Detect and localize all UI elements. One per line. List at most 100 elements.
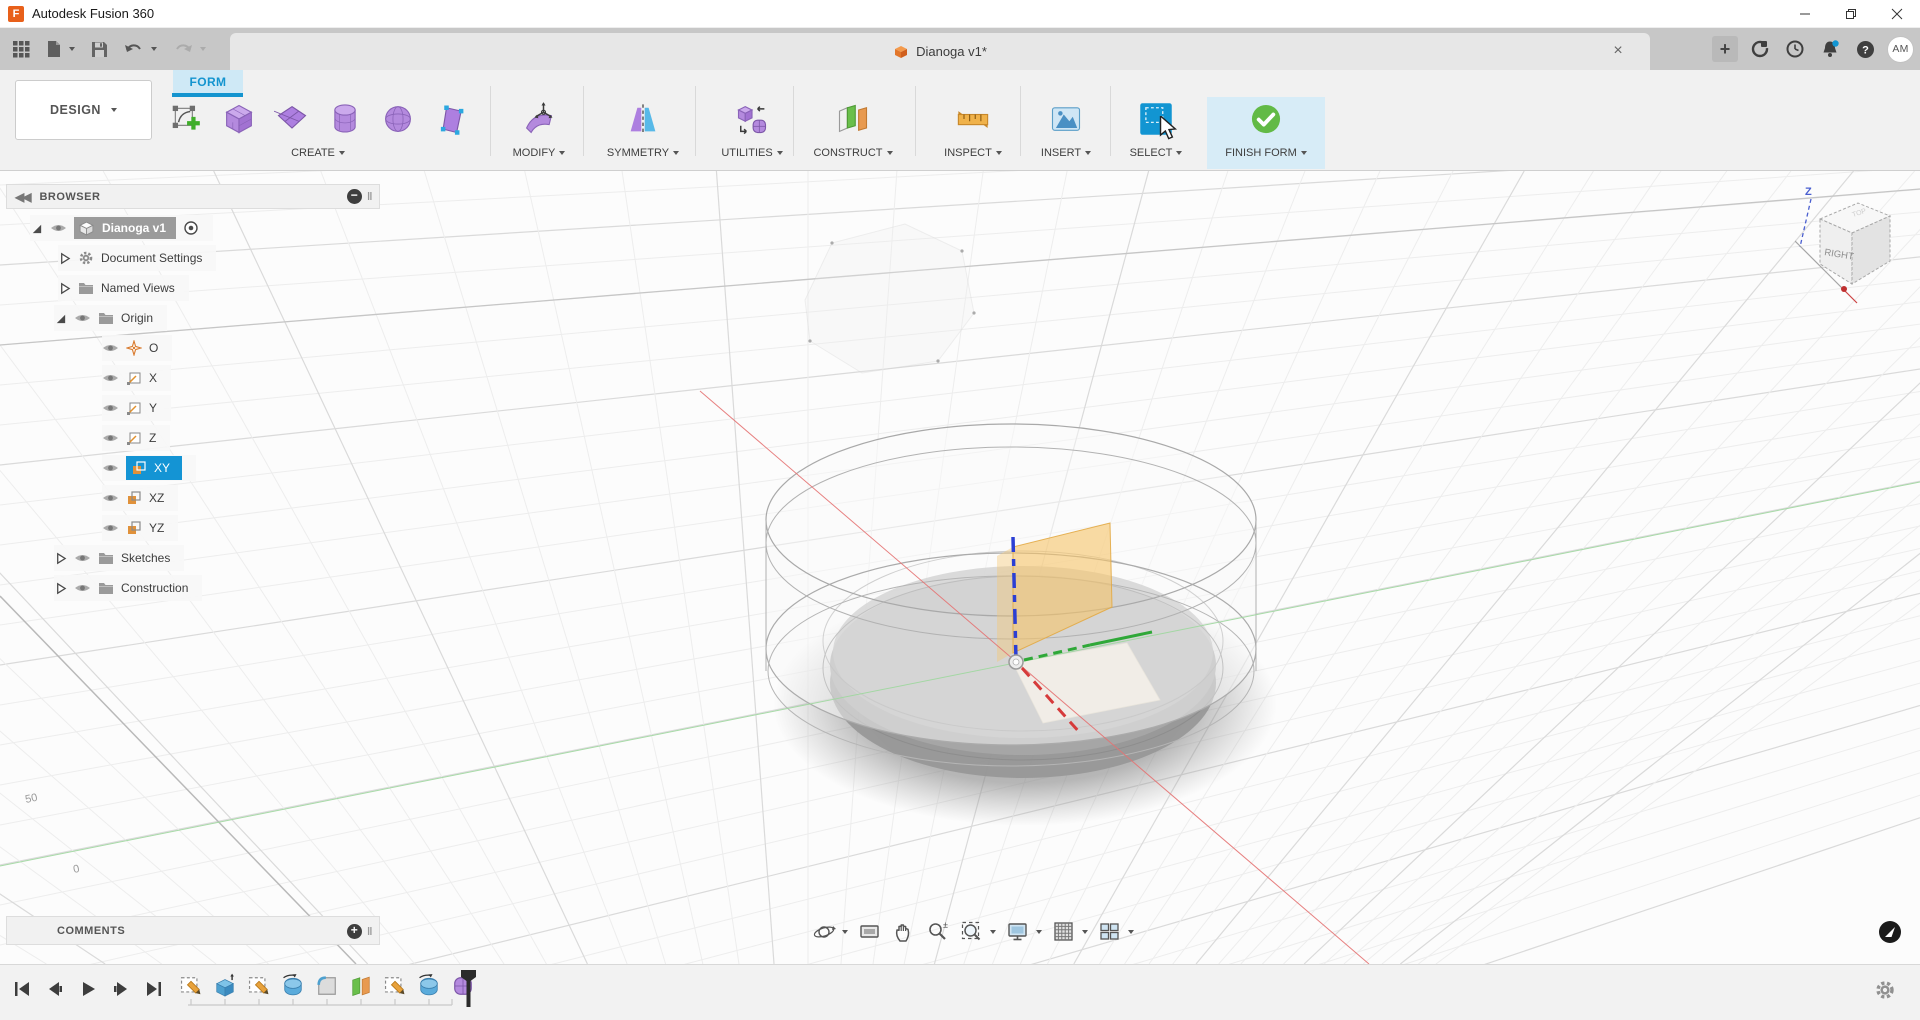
inspect-group-dropdown[interactable]: INSPECT xyxy=(944,147,1002,159)
restore-button[interactable] xyxy=(1828,0,1874,28)
create-plane-button[interactable] xyxy=(273,100,311,138)
browser-header[interactable]: ◀◀ BROWSER − ‖ xyxy=(6,184,380,209)
browser-minus-button[interactable]: − xyxy=(347,189,363,204)
comments-grip-handle[interactable]: ‖ xyxy=(367,926,373,938)
select-group-dropdown[interactable]: SELECT xyxy=(1130,147,1183,159)
document-tab[interactable]: Dianoga v1* × xyxy=(230,33,1650,70)
tree-row-x-axis[interactable]: X xyxy=(6,363,380,393)
eye-icon[interactable] xyxy=(74,552,91,564)
new-tab-button[interactable]: + xyxy=(1712,36,1738,62)
tree-row-xy-plane-selected[interactable]: XY xyxy=(6,453,380,483)
comments-title: COMMENTS xyxy=(57,924,126,937)
title-bar: F Autodesk Fusion 360 xyxy=(0,0,1920,28)
tree-row-construction[interactable]: Construction xyxy=(6,573,380,603)
browser-grip-handle[interactable]: ‖ xyxy=(367,191,373,203)
comments-add-button[interactable]: + xyxy=(347,924,363,939)
eye-icon[interactable] xyxy=(102,372,119,384)
fit-button[interactable] xyxy=(958,918,998,946)
symmetry-button[interactable] xyxy=(624,100,662,138)
tree-row-y-axis[interactable]: Y xyxy=(6,393,380,423)
activate-radio-icon[interactable] xyxy=(183,220,199,236)
eye-icon[interactable] xyxy=(102,432,119,444)
tree-row-xz-plane[interactable]: XZ xyxy=(6,483,380,513)
construct-group-dropdown[interactable]: CONSTRUCT xyxy=(813,147,893,159)
app-grid-button[interactable] xyxy=(10,38,33,61)
comments-header[interactable]: COMMENTS + ‖ xyxy=(6,916,380,945)
file-menu-caret-icon xyxy=(69,47,75,51)
notifications-button[interactable] xyxy=(1817,36,1843,62)
tree-row-named-views[interactable]: Named Views xyxy=(6,273,380,303)
tree-row-document-settings[interactable]: Document Settings xyxy=(6,243,380,273)
document-tab-title: Dianoga v1* xyxy=(916,44,987,59)
tab-form[interactable]: FORM xyxy=(173,70,243,93)
tree-row-origin-point[interactable]: O xyxy=(6,333,380,363)
tree-row-root[interactable]: Dianoga v1 xyxy=(6,213,380,243)
eye-icon[interactable] xyxy=(102,402,119,414)
help-button[interactable]: ? xyxy=(1852,36,1878,62)
expander-expanded-icon[interactable] xyxy=(54,312,67,325)
timeline-position-marker[interactable] xyxy=(460,969,478,1014)
close-button[interactable] xyxy=(1874,0,1920,28)
sphere-icon xyxy=(384,106,411,132)
create-sketch-button[interactable] xyxy=(167,100,205,138)
tree-row-z-axis[interactable]: Z xyxy=(6,423,380,453)
job-status-button[interactable] xyxy=(1782,36,1808,62)
redo-button[interactable] xyxy=(170,38,209,60)
viewports-button[interactable] xyxy=(1096,918,1136,946)
create-face-button[interactable] xyxy=(432,100,470,138)
save-button[interactable] xyxy=(88,38,111,61)
insert-image-icon xyxy=(1051,107,1081,131)
create-cylinder-button[interactable] xyxy=(326,100,364,138)
eye-icon[interactable] xyxy=(102,462,119,474)
symmetry-group-dropdown[interactable]: SYMMETRY xyxy=(607,147,680,159)
workspace-switcher[interactable]: DESIGN xyxy=(15,80,152,140)
eye-icon[interactable] xyxy=(102,522,119,534)
user-avatar[interactable]: AM xyxy=(1887,35,1914,63)
eye-icon[interactable] xyxy=(74,312,91,324)
viewport-3d[interactable]: 50 0 Z TOP RIGHT ◀◀ BROWSER − ‖ Dianoga … xyxy=(0,171,1920,964)
expander-collapsed-icon[interactable] xyxy=(58,252,71,265)
preferences-gear-button[interactable] xyxy=(1874,979,1896,1006)
undo-button[interactable] xyxy=(121,38,160,60)
mouse-cursor xyxy=(1159,116,1178,140)
pan-button[interactable] xyxy=(890,918,918,946)
grid-snap-button[interactable] xyxy=(1050,918,1090,946)
extensions-button[interactable] xyxy=(1747,36,1773,62)
modify-button[interactable] xyxy=(520,100,558,138)
zoom-button[interactable]: ± xyxy=(924,918,952,946)
tree-row-origin[interactable]: Origin xyxy=(6,303,380,333)
utilities-group-dropdown[interactable]: UTILITIES xyxy=(721,147,783,159)
eye-icon[interactable] xyxy=(102,492,119,504)
create-box-button[interactable] xyxy=(220,100,258,138)
create-sphere-button[interactable] xyxy=(379,100,417,138)
grid-label-50: 50 xyxy=(24,792,38,806)
ghost-sphere-outline xyxy=(804,223,976,374)
minimize-button[interactable] xyxy=(1782,0,1828,28)
tree-row-sketches[interactable]: Sketches xyxy=(6,543,380,573)
finish-form-button[interactable]: FINISH FORM xyxy=(1207,97,1325,169)
file-menu-button[interactable] xyxy=(43,37,78,61)
display-settings-button[interactable] xyxy=(1004,918,1044,946)
modify-group-dropdown[interactable]: MODIFY xyxy=(513,147,566,159)
expander-collapsed-icon[interactable] xyxy=(54,552,67,565)
create-group-dropdown[interactable]: CREATE xyxy=(291,147,345,159)
view-cube[interactable]: Z TOP RIGHT xyxy=(1795,179,1920,319)
expander-collapsed-icon[interactable] xyxy=(54,582,67,595)
eye-icon[interactable] xyxy=(102,342,119,354)
tab-close-button[interactable]: × xyxy=(1608,41,1628,61)
expander-expanded-icon[interactable] xyxy=(30,222,43,235)
eye-icon[interactable] xyxy=(74,582,91,594)
look-at-button[interactable] xyxy=(856,918,884,946)
insert-button[interactable] xyxy=(1047,100,1085,138)
browser-collapse-icon[interactable]: ◀◀ xyxy=(15,190,32,204)
eye-icon[interactable] xyxy=(50,222,67,234)
insert-group-dropdown[interactable]: INSERT xyxy=(1041,147,1092,159)
expander-collapsed-icon[interactable] xyxy=(58,282,71,295)
construct-button[interactable] xyxy=(834,100,872,138)
orbit-button[interactable] xyxy=(810,918,850,946)
utilities-button[interactable] xyxy=(733,100,771,138)
assistant-button[interactable] xyxy=(1878,920,1902,949)
inspect-button[interactable] xyxy=(954,100,992,138)
display-settings-icon xyxy=(1008,923,1027,941)
tree-row-yz-plane[interactable]: YZ xyxy=(6,513,380,543)
